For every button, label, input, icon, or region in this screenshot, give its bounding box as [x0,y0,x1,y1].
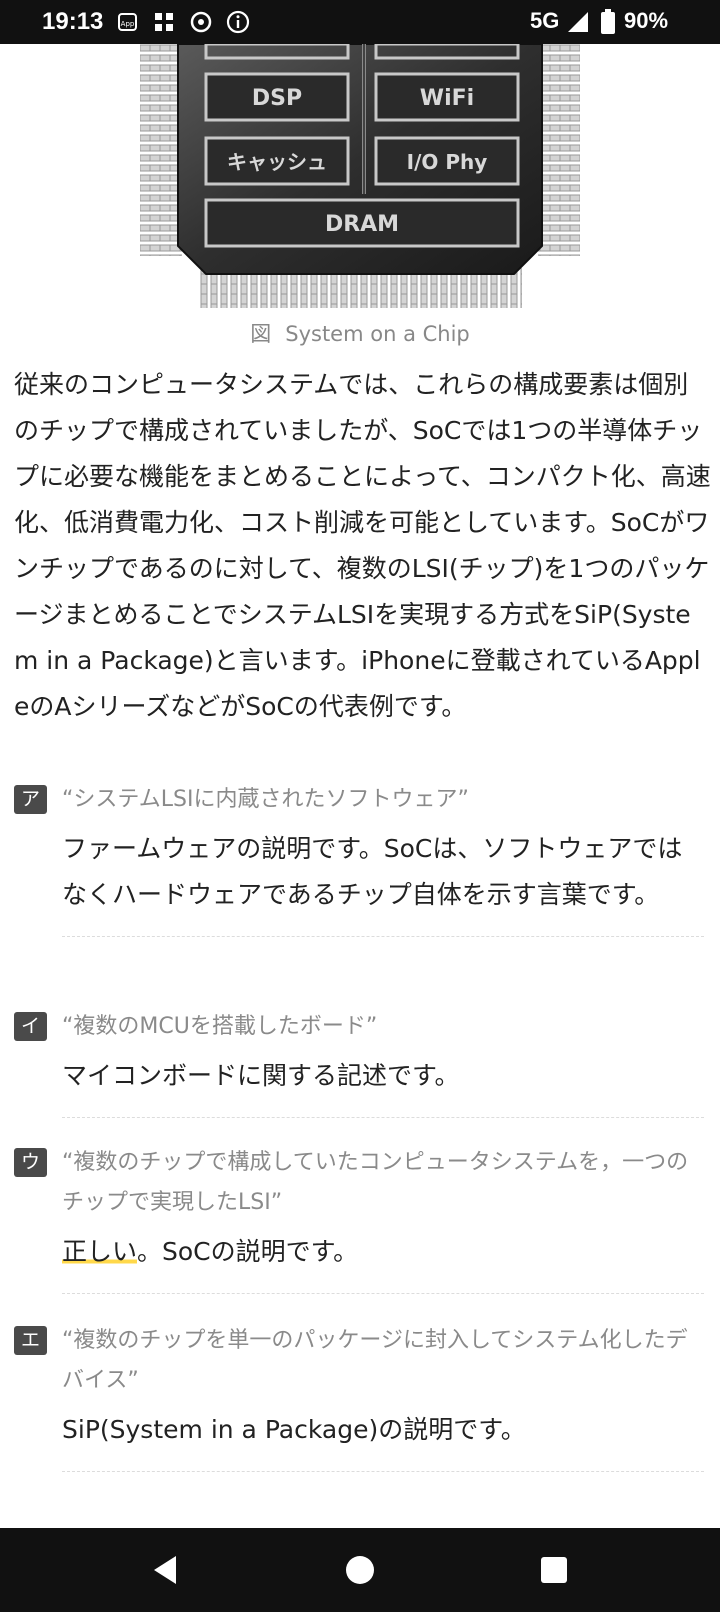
choice-a-quote: “システムLSIに内蔵されたソフトウェア” [62,787,469,812]
explanation-paragraph: 従来のコンピュータシステムでは、これらの構成要素は個別のチップで構成されていまし… [14,370,711,721]
divider [62,936,704,937]
figure-caption-prefix: 図 [250,322,272,346]
choice-u-answer-rest: 。SoCの説明です。 [137,1237,359,1266]
status-bar: 19:13 App 5G 90% [0,0,720,44]
choice-a-answer: ファームウェアの説明です。SoCは、ソフトウェアではなくハードウェアであるチップ… [62,834,683,909]
block-cache-label: キャッシュ [227,150,327,174]
block-wifi-label: WiFi [420,86,474,111]
choice-i-quote: “複数のMCUを搭載したボード” [62,1014,378,1039]
figure-caption: 図 System on a Chip [0,318,720,348]
widgets-icon [155,13,173,31]
assistant-icon [190,11,212,33]
app-store-icon: App [118,13,137,31]
choice-e-answer: SiP(System in a Package)の説明です。 [62,1415,526,1444]
figure-caption-text: System on a Chip [285,322,470,346]
divider [62,1117,704,1118]
battery-level: 90% [624,8,669,33]
status-time: 19:13 [42,8,104,35]
choice-e-quote: “複数のチップを単一のパッケージに封入してシステム化したデバイス” [62,1328,688,1393]
choice-i-badge: イ [14,1012,47,1041]
system-navigation-bar [0,1528,720,1612]
back-icon[interactable] [148,1552,184,1588]
correct-highlight: 正しい [62,1237,138,1266]
choice-i: イ “複数のMCUを搭載したボード” マイコンボードに関する記述です。 [14,1007,706,1118]
divider [62,1471,704,1472]
choice-u-badge: ウ [14,1148,47,1177]
chip-pins-right [538,44,580,256]
network-type: 5G [530,8,560,33]
choice-u-answer: 正しい。SoCの説明です。 [62,1229,706,1275]
info-icon [226,10,250,34]
choice-a-badge: ア [14,785,47,814]
home-icon[interactable] [342,1552,378,1588]
choice-u: ウ “複数のチップで構成していたコンピュータシステムを，一つのチップで実現したL… [14,1143,706,1294]
block-io-phy-label: I/O Phy [407,150,488,174]
divider [62,1293,704,1294]
chip-pins-left [140,44,182,256]
signal-icon [568,12,588,32]
article-content[interactable]: DSP WiFi キャッシュ I/O Phy DRAM 図 System on a… [0,44,720,1528]
choice-e-badge: エ [14,1326,47,1355]
block-dsp-label: DSP [252,86,302,111]
choice-a: ア “システムLSIに内蔵されたソフトウェア” ファームウェアの説明です。SoC… [14,780,706,937]
block-dram-label: DRAM [325,212,399,237]
choice-u-quote: “複数のチップで構成していたコンピュータシステムを，一つのチップで実現したLSI… [62,1150,689,1215]
choice-e: エ “複数のチップを単一のパッケージに封入してシステム化したデバイス” SiP(… [14,1321,706,1472]
choice-i-answer: マイコンボードに関する記述です。 [62,1061,460,1090]
recents-icon[interactable] [536,1552,572,1588]
svg-text:App: App [121,20,135,28]
soc-figure: DSP WiFi キャッシュ I/O Phy DRAM 図 System on a… [0,44,720,354]
battery-icon [601,9,615,34]
soc-chip-diagram: DSP WiFi キャッシュ I/O Phy DRAM [140,44,580,308]
